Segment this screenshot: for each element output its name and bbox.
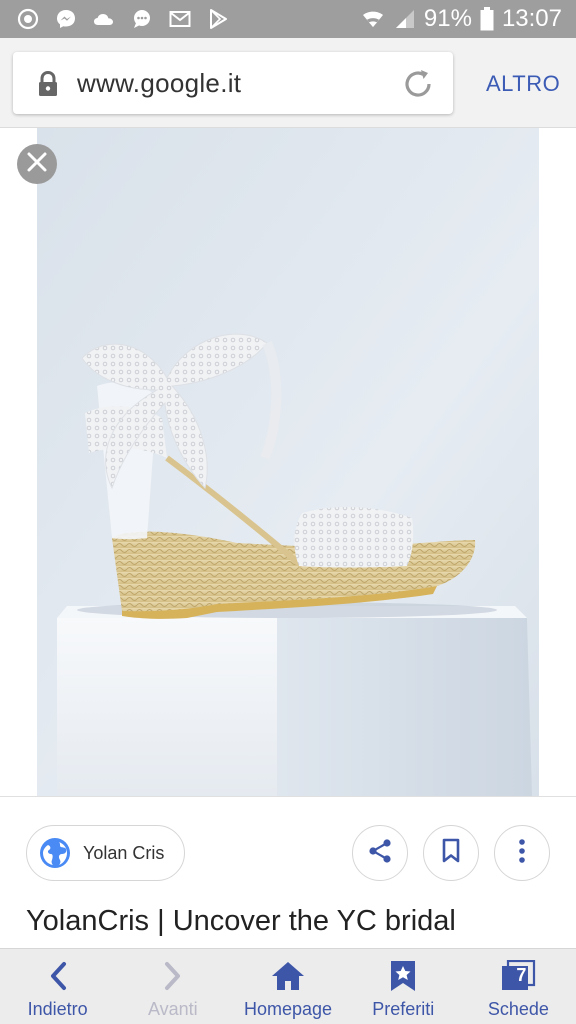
globe-icon bbox=[39, 837, 71, 869]
close-icon bbox=[26, 151, 48, 178]
image-viewer bbox=[0, 128, 576, 796]
system-tray: 91% 13:07 bbox=[360, 5, 576, 33]
more-vert-icon bbox=[518, 838, 526, 869]
more-button[interactable]: ALTRO bbox=[486, 71, 560, 97]
nav-forward[interactable]: Avanti bbox=[115, 949, 230, 1024]
close-viewer-button[interactable] bbox=[17, 144, 57, 184]
mail-icon bbox=[168, 7, 192, 31]
share-icon bbox=[366, 837, 394, 870]
home-icon bbox=[271, 959, 305, 993]
nav-bookmarks[interactable]: Preferiti bbox=[346, 949, 461, 1024]
save-bookmark-button[interactable] bbox=[423, 825, 479, 881]
url-text: www.google.it bbox=[77, 68, 242, 98]
more-options-button[interactable] bbox=[494, 825, 550, 881]
nav-back-label: Indietro bbox=[27, 999, 88, 1019]
tab-count: 7 bbox=[516, 965, 527, 985]
lock-icon bbox=[33, 69, 63, 99]
nav-back[interactable]: Indietro bbox=[0, 949, 115, 1024]
nav-tabs[interactable]: 7 Schede bbox=[461, 949, 576, 1024]
wifi-icon bbox=[360, 7, 386, 31]
chevron-left-icon bbox=[41, 959, 75, 993]
source-label: Yolan Cris bbox=[83, 842, 165, 863]
bookmark-star-icon bbox=[386, 959, 420, 993]
source-chip[interactable]: Yolan Cris bbox=[26, 825, 185, 881]
play-store-icon bbox=[206, 7, 230, 31]
chevron-right-icon bbox=[156, 959, 190, 993]
bottom-navigation: Indietro Avanti Homepage Preferiti 7 Sch… bbox=[0, 948, 576, 1024]
address-bar[interactable]: www.google.it bbox=[13, 52, 453, 114]
clock: 13:07 bbox=[501, 5, 562, 32]
result-title[interactable]: YolanCris | Uncover the YC bridal bbox=[26, 905, 456, 938]
weather-icon bbox=[92, 7, 116, 31]
nav-forward-label: Avanti bbox=[147, 999, 198, 1019]
notification-icons bbox=[0, 7, 230, 31]
nav-bookmarks-label: Preferiti bbox=[372, 999, 435, 1019]
nav-home[interactable]: Homepage bbox=[230, 949, 345, 1024]
screen: 91% 13:07 www.google.it ALTRO Yolan Cris… bbox=[0, 0, 576, 1024]
messenger-icon bbox=[54, 7, 78, 31]
whatsapp-icon bbox=[16, 7, 40, 31]
status-bar: 91% 13:07 bbox=[0, 0, 576, 38]
nav-tabs-label: Schede bbox=[487, 999, 549, 1019]
reload-icon[interactable] bbox=[401, 67, 435, 101]
nav-home-label: Homepage bbox=[243, 999, 333, 1019]
bookmark-icon bbox=[440, 838, 462, 869]
signal-icon bbox=[394, 8, 416, 30]
share-button[interactable] bbox=[352, 825, 408, 881]
battery-icon bbox=[480, 7, 494, 31]
product-image[interactable] bbox=[37, 128, 539, 796]
chat-icon bbox=[130, 7, 154, 31]
battery-percent: 91% bbox=[423, 5, 472, 32]
tabs-icon: 7 bbox=[501, 959, 536, 993]
browser-toolbar: www.google.it ALTRO bbox=[0, 38, 576, 128]
result-info-panel: Yolan Cris YolanCris | Uncover the YC br… bbox=[0, 796, 576, 948]
